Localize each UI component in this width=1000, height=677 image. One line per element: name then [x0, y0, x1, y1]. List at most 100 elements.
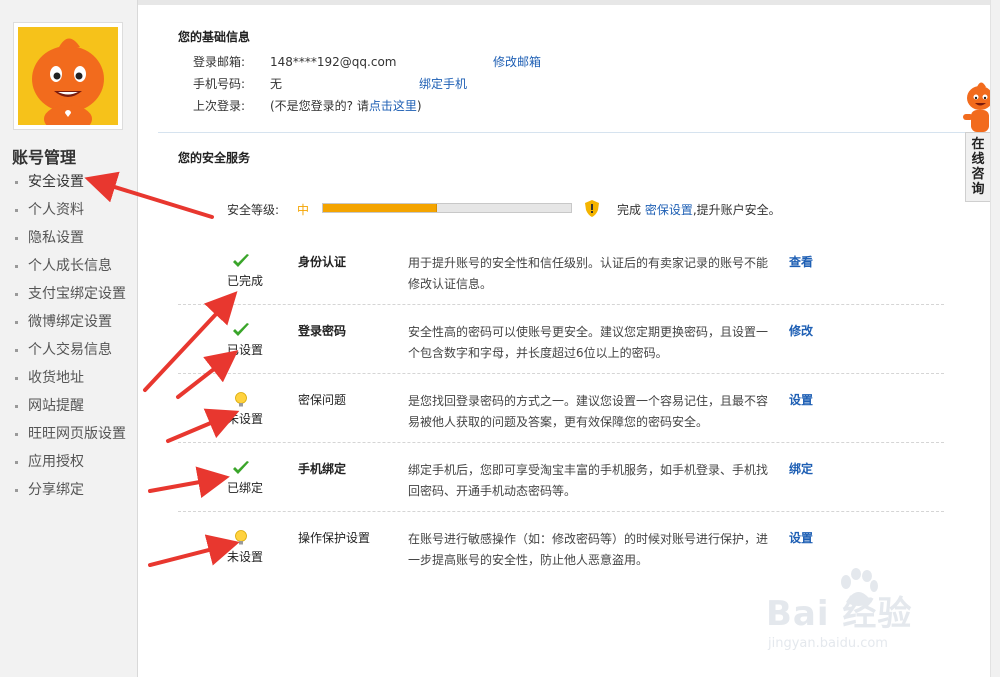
service-desc: 绑定手机后，您即可享受淘宝丰富的手机服务，如手机登录、手机找回密码、开通手机动态… — [408, 463, 769, 498]
security-level-fill — [323, 204, 438, 212]
service-desc: 用于提升账号的安全性和信任级别。认证后的有卖家记录的账号不能修改认证信息。 — [408, 256, 769, 291]
service-name: 身份认证 — [298, 255, 347, 269]
consult-label: 在线咨询 — [971, 137, 985, 197]
mascot-avatar-icon — [18, 27, 118, 125]
service-name: 操作保护设置 — [298, 531, 371, 545]
sidebar-item-trade[interactable]: 个人交易信息 — [15, 339, 126, 367]
bullet-icon — [15, 489, 18, 492]
change-password-link[interactable]: 修改 — [789, 322, 813, 339]
bullet-icon — [15, 321, 18, 324]
email-row: 登录邮箱: 148****192@qq.com — [193, 53, 397, 70]
bulb-icon — [235, 392, 247, 407]
sidebar-item-label: 个人资料 — [28, 202, 84, 218]
security-level-row: 安全等级: 中 完成 密保设置,提升账户安全。 — [227, 200, 847, 218]
watermark-url: jingyan.baidu.com — [768, 636, 888, 651]
sidebar-title: 账号管理 — [12, 148, 77, 167]
phone-value: 无 — [270, 77, 283, 91]
email-value: 148****192@qq.com — [270, 55, 397, 69]
check-icon — [233, 254, 249, 267]
sidebar-item-label: 安全设置 — [28, 174, 84, 190]
click-here-link[interactable]: 点击这里 — [369, 99, 417, 113]
check-icon — [233, 323, 249, 336]
sidebar-item-label: 分享绑定 — [28, 482, 84, 498]
last-login-row: 上次登录: (不是您登录的? 请点击这里) — [193, 97, 422, 114]
bullet-icon — [15, 265, 18, 268]
sidebar-nav: 安全设置 个人资料 隐私设置 个人成长信息 支付宝绑定设置 微博绑定设置 个人交… — [15, 171, 126, 507]
bullet-icon — [15, 433, 18, 436]
basic-info-title: 您的基础信息 — [178, 30, 251, 44]
sidebar-item-growth[interactable]: 个人成长信息 — [15, 255, 126, 283]
service-row-password: 已设置 登录密码 安全性高的密码可以使账号更安全。建议您定期更换密码，且设置一个… — [178, 317, 944, 386]
sidebar-item-label: 网站提醒 — [28, 398, 84, 414]
bullet-icon — [15, 349, 18, 352]
sidebar-item-profile[interactable]: 个人资料 — [15, 199, 126, 227]
sidebar-item-label: 支付宝绑定设置 — [28, 286, 126, 302]
setup-question-link[interactable]: 设置 — [789, 391, 813, 408]
last-login-text: (不是您登录的? 请 — [270, 99, 369, 113]
bullet-icon — [15, 293, 18, 296]
status-text: 已完成 — [227, 274, 264, 288]
sidebar-item-label: 收货地址 — [28, 370, 84, 386]
security-question-link[interactable]: 密保设置 — [645, 203, 693, 217]
bullet-icon — [15, 405, 18, 408]
bullet-icon — [15, 209, 18, 212]
bullet-icon — [15, 461, 18, 464]
view-identity-link[interactable]: 查看 — [789, 253, 813, 270]
bullet-icon — [15, 237, 18, 240]
scrollbar[interactable] — [990, 0, 1000, 677]
status-text: 未设置 — [227, 550, 264, 564]
baidu-watermark: Bai 经验 jingyan.baidu.com — [766, 568, 956, 658]
sidebar-item-security[interactable]: 安全设置 — [15, 171, 126, 199]
security-hint: 完成 密保设置,提升账户安全。 — [617, 201, 781, 218]
bind-phone-action-link[interactable]: 绑定 — [789, 460, 813, 477]
sidebar-item-weibo[interactable]: 微博绑定设置 — [15, 311, 126, 339]
bulb-icon — [235, 530, 247, 545]
setup-protection-link[interactable]: 设置 — [789, 529, 813, 546]
last-login-suffix: ) — [416, 99, 422, 113]
security-level-label: 安全等级: — [227, 203, 280, 217]
sidebar-item-reminder[interactable]: 网站提醒 — [15, 395, 126, 423]
row-divider — [178, 442, 944, 443]
sidebar-item-address[interactable]: 收货地址 — [15, 367, 126, 395]
status-text: 已设置 — [227, 343, 264, 357]
security-level-bar — [322, 203, 572, 213]
service-name: 手机绑定 — [298, 462, 347, 476]
phone-label: 手机号码: — [193, 77, 246, 91]
watermark-brand: Bai 经验 — [766, 594, 913, 634]
service-row-phone: 已绑定 手机绑定 绑定手机后，您即可享受淘宝丰富的手机服务，如手机登录、手机找回… — [178, 455, 944, 524]
sidebar-item-label: 应用授权 — [28, 454, 84, 470]
security-level-value: 中 — [297, 203, 310, 217]
phone-row: 手机号码: 无 — [193, 75, 282, 92]
consult-tab[interactable]: 在线咨询 — [965, 132, 991, 202]
service-name: 密保问题 — [298, 393, 347, 407]
sidebar-item-alipay[interactable]: 支付宝绑定设置 — [15, 283, 126, 311]
service-row-security-question: 未设置 密保问题 是您找回登录密码的方式之一。建议您设置一个容易记住，且最不容易… — [178, 386, 944, 455]
bullet-icon — [15, 181, 18, 184]
sidebar-item-app-auth[interactable]: 应用授权 — [15, 451, 126, 479]
service-name: 登录密码 — [298, 324, 347, 338]
status-text: 已绑定 — [227, 481, 264, 495]
hint-suffix: ,提升账户安全。 — [692, 203, 781, 217]
row-divider — [178, 304, 944, 305]
last-login-label: 上次登录: — [193, 99, 246, 113]
sidebar-item-wangwang[interactable]: 旺旺网页版设置 — [15, 423, 126, 451]
sidebar-item-privacy[interactable]: 隐私设置 — [15, 227, 126, 255]
avatar[interactable] — [13, 22, 123, 130]
service-desc: 是您找回登录密码的方式之一。建议您设置一个容易记住，且最不容易被他人获取的问题及… — [408, 394, 769, 429]
sidebar-item-label: 个人交易信息 — [28, 342, 112, 358]
row-divider — [178, 511, 944, 512]
email-label: 登录邮箱: — [193, 55, 246, 69]
online-consult-widget[interactable]: 在线咨询 — [963, 80, 993, 202]
check-icon — [233, 461, 249, 474]
bullet-icon — [15, 377, 18, 380]
service-desc: 安全性高的密码可以使账号更安全。建议您定期更换密码，且设置一个包含数字和字母，并… — [408, 325, 769, 360]
hint-prefix: 完成 — [617, 203, 642, 217]
sidebar-item-label: 旺旺网页版设置 — [28, 426, 126, 442]
bind-phone-link[interactable]: 绑定手机 — [419, 75, 467, 92]
sidebar-item-share[interactable]: 分享绑定 — [15, 479, 126, 507]
security-title: 您的安全服务 — [178, 151, 251, 165]
sidebar-item-label: 隐私设置 — [28, 230, 84, 246]
divider — [158, 132, 970, 133]
shield-warning-icon — [585, 200, 599, 217]
change-email-link[interactable]: 修改邮箱 — [493, 53, 541, 70]
